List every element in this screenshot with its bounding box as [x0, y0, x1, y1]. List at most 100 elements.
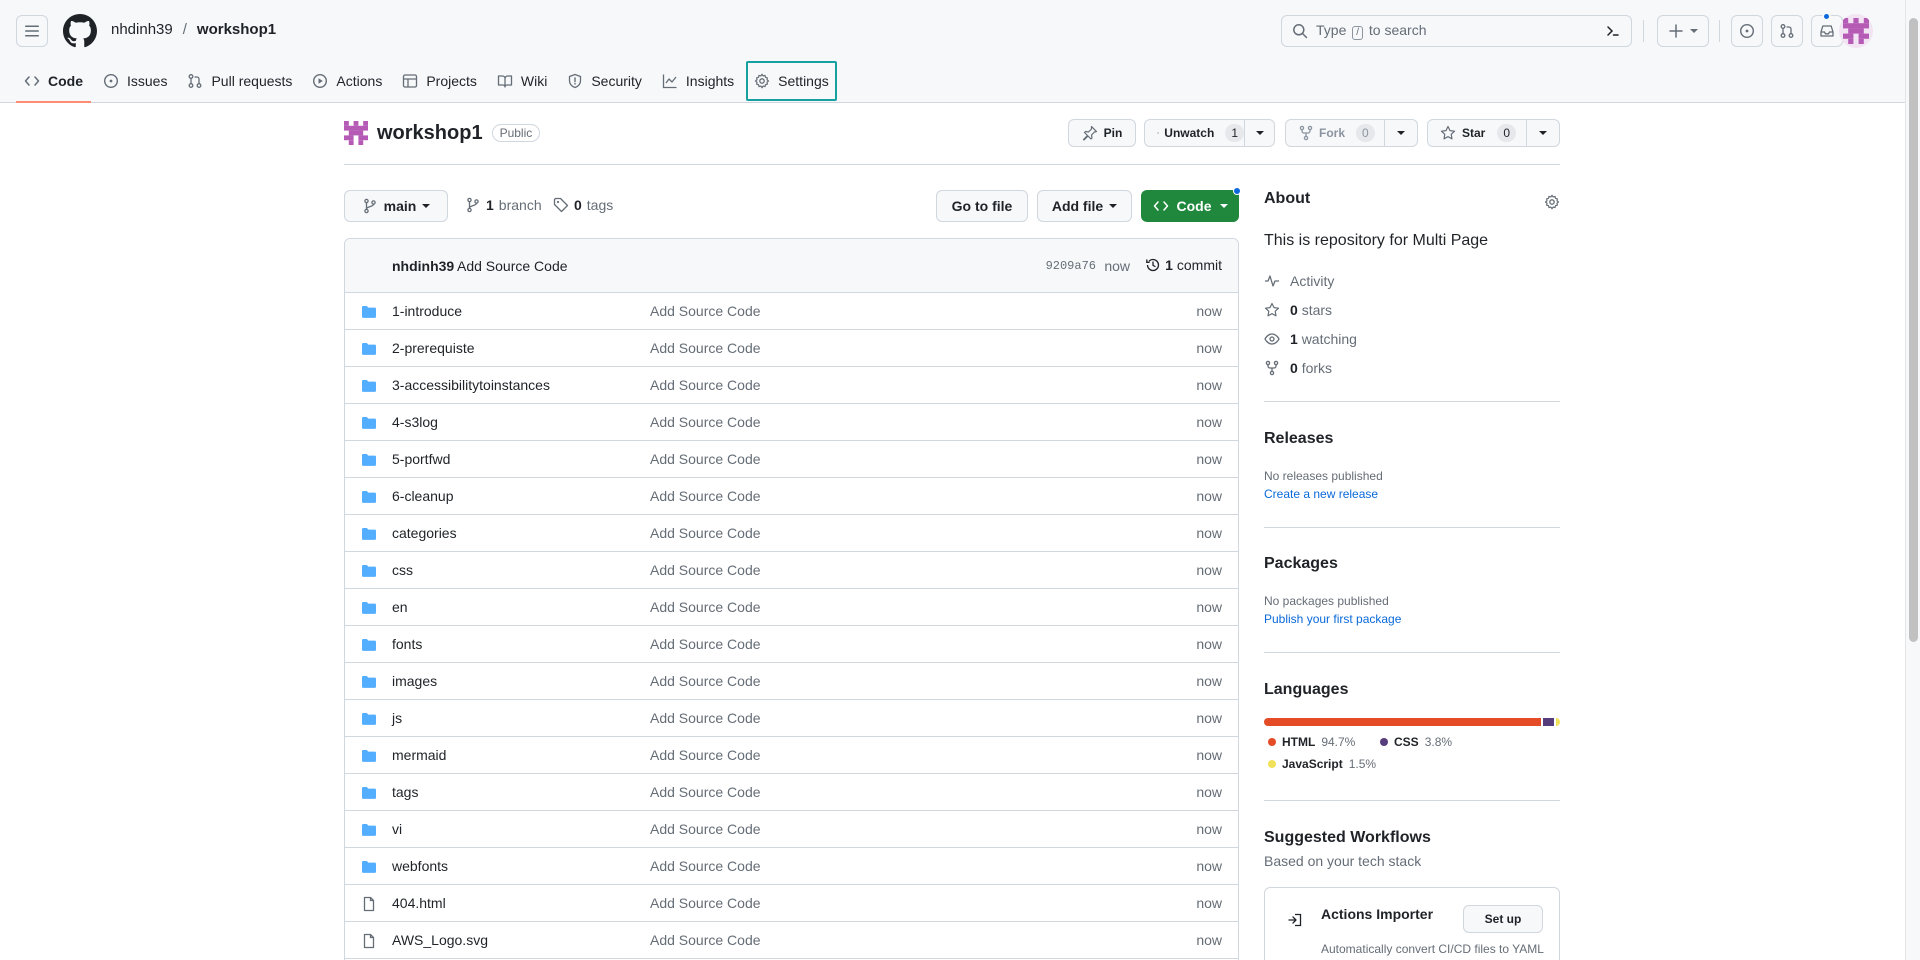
file-name[interactable]: en — [392, 599, 408, 615]
tab-actions[interactable]: Actions — [304, 60, 390, 102]
table-row[interactable]: 4-s3log Add Source Code now — [345, 404, 1238, 441]
branches-link[interactable]: 1 branch — [465, 197, 542, 213]
forks-link[interactable]: 0 forks — [1264, 360, 1332, 376]
file-name[interactable]: AWS_Logo.svg — [392, 932, 488, 948]
file-commit-message[interactable]: Add Source Code — [650, 488, 761, 504]
commit-author[interactable]: nhdinh39 — [392, 258, 454, 274]
setup-button[interactable]: Set up — [1463, 905, 1543, 933]
table-row[interactable]: AWS_Logo.svg Add Source Code now — [345, 922, 1238, 959]
file-commit-message[interactable]: Add Source Code — [650, 858, 761, 874]
file-commit-message[interactable]: Add Source Code — [650, 525, 761, 541]
tab-issues[interactable]: Issues — [95, 60, 175, 102]
unwatch-dropdown[interactable] — [1244, 120, 1274, 146]
file-name[interactable]: images — [392, 673, 437, 689]
star-main[interactable]: Star 0 — [1428, 124, 1526, 142]
file-commit-message[interactable]: Add Source Code — [650, 303, 761, 319]
table-row[interactable]: vi Add Source Code now — [345, 811, 1238, 848]
file-name[interactable]: vi — [392, 821, 402, 837]
issues-button[interactable] — [1731, 15, 1763, 47]
file-name[interactable]: mermaid — [392, 747, 446, 763]
repo-name[interactable]: workshop1 — [377, 122, 483, 145]
stars-link[interactable]: 0 stars — [1264, 302, 1332, 318]
file-commit-message[interactable]: Add Source Code — [650, 710, 761, 726]
file-commit-message[interactable]: Add Source Code — [650, 636, 761, 652]
file-name[interactable]: webfonts — [392, 858, 448, 874]
file-commit-message[interactable]: Add Source Code — [650, 895, 761, 911]
unwatch-main[interactable]: Unwatch 1 — [1145, 124, 1244, 142]
releases-title[interactable]: Releases — [1264, 430, 1333, 448]
file-name[interactable]: 5-portfwd — [392, 451, 450, 467]
language-javascript[interactable]: JavaScript 1.5% — [1268, 757, 1376, 771]
star-dropdown[interactable] — [1525, 120, 1559, 146]
create-new-button[interactable] — [1657, 15, 1709, 47]
pin-button[interactable]: Pin — [1068, 119, 1136, 147]
tab-security[interactable]: Security — [559, 60, 650, 102]
star-button[interactable]: Star 0 — [1427, 119, 1560, 147]
file-name[interactable]: fonts — [392, 636, 422, 652]
search-input[interactable]: Type / to search — [1281, 15, 1632, 47]
file-commit-message[interactable]: Add Source Code — [650, 377, 761, 393]
commit-history-link[interactable]: 1 commit — [1145, 257, 1222, 273]
file-name[interactable]: 2-prerequiste — [392, 340, 475, 356]
tab-settings[interactable]: Settings — [746, 61, 837, 101]
table-row[interactable]: webfonts Add Source Code now — [345, 848, 1238, 885]
packages-title[interactable]: Packages — [1264, 555, 1338, 573]
unwatch-button[interactable]: Unwatch 1 — [1144, 119, 1275, 147]
file-commit-message[interactable]: Add Source Code — [650, 673, 761, 689]
repo-link[interactable]: workshop1 — [197, 21, 276, 38]
table-row[interactable]: mermaid Add Source Code now — [345, 737, 1238, 774]
file-name[interactable]: 6-cleanup — [392, 488, 454, 504]
file-commit-message[interactable]: Add Source Code — [650, 451, 761, 467]
file-name[interactable]: 3-accessibilitytoinstances — [392, 377, 550, 393]
table-row[interactable]: 1-introduce Add Source Code now — [345, 293, 1238, 330]
tags-link[interactable]: 0 tags — [553, 197, 613, 213]
avatar[interactable] — [1839, 14, 1873, 48]
file-name[interactable]: 404.html — [392, 895, 446, 911]
table-row[interactable]: images Add Source Code now — [345, 663, 1238, 700]
file-commit-message[interactable]: Add Source Code — [650, 932, 761, 948]
scrollbar-thumb[interactable] — [1909, 18, 1918, 642]
pull-requests-button[interactable] — [1771, 15, 1803, 47]
github-logo-icon[interactable] — [63, 14, 97, 48]
table-row[interactable]: categories Add Source Code now — [345, 515, 1238, 552]
file-commit-message[interactable]: Add Source Code — [650, 599, 761, 615]
table-row[interactable]: 5-portfwd Add Source Code now — [345, 441, 1238, 478]
table-row[interactable]: 404.html Add Source Code now — [345, 885, 1238, 922]
file-name[interactable]: css — [392, 562, 413, 578]
table-row[interactable]: css Add Source Code now — [345, 552, 1238, 589]
file-commit-message[interactable]: Add Source Code — [650, 562, 761, 578]
tab-projects[interactable]: Projects — [394, 60, 485, 102]
tab-code[interactable]: Code — [16, 60, 91, 103]
file-commit-message[interactable]: Add Source Code — [650, 821, 761, 837]
table-row[interactable]: 2-prerequiste Add Source Code now — [345, 330, 1238, 367]
file-commit-message[interactable]: Add Source Code — [650, 784, 761, 800]
watching-link[interactable]: 1 watching — [1264, 331, 1357, 347]
table-row[interactable]: fonts Add Source Code now — [345, 626, 1238, 663]
add-file-button[interactable]: Add file — [1037, 190, 1132, 222]
branch-select-button[interactable]: main — [344, 190, 448, 222]
file-commit-message[interactable]: Add Source Code — [650, 340, 761, 356]
menu-button[interactable] — [16, 15, 48, 47]
table-row[interactable]: tags Add Source Code now — [345, 774, 1238, 811]
table-row[interactable]: 3-accessibilitytoinstances Add Source Cod… — [345, 367, 1238, 404]
file-name[interactable]: tags — [392, 784, 418, 800]
file-name[interactable]: categories — [392, 525, 457, 541]
language-css[interactable]: CSS 3.8% — [1380, 735, 1452, 749]
create-release-link[interactable]: Create a new release — [1264, 487, 1378, 501]
file-name[interactable]: 1-introduce — [392, 303, 462, 319]
go-to-file-button[interactable]: Go to file — [936, 190, 1028, 222]
file-name[interactable]: 4-s3log — [392, 414, 438, 430]
publish-package-link[interactable]: Publish your first package — [1264, 612, 1401, 626]
fork-main[interactable]: Fork 0 — [1286, 124, 1384, 142]
gear-icon[interactable] — [1544, 194, 1560, 210]
tab-wiki[interactable]: Wiki — [489, 60, 555, 102]
tab-pull-requests[interactable]: Pull requests — [179, 60, 300, 102]
commit-message[interactable]: Add Source Code — [457, 258, 568, 274]
file-commit-message[interactable]: Add Source Code — [650, 747, 761, 763]
table-row[interactable]: 6-cleanup Add Source Code now — [345, 478, 1238, 515]
file-commit-message[interactable]: Add Source Code — [650, 414, 761, 430]
command-palette-icon[interactable] — [1605, 23, 1621, 39]
owner-link[interactable]: nhdinh39 — [111, 21, 173, 38]
fork-button[interactable]: Fork 0 — [1285, 119, 1418, 147]
language-html[interactable]: HTML 94.7% — [1268, 735, 1355, 749]
